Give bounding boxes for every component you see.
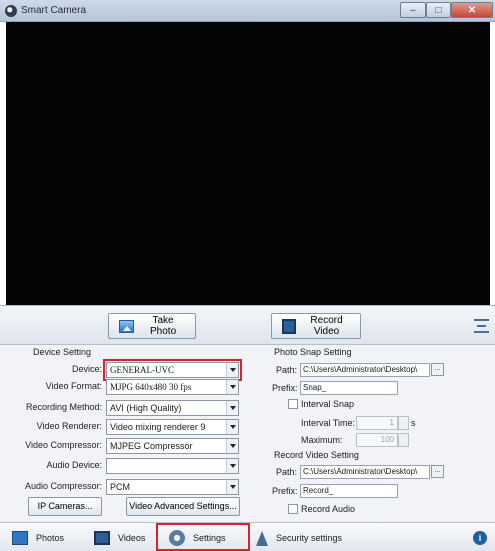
interval-snap-label: Interval Snap (301, 399, 355, 409)
record-audio-label: Record Audio (301, 504, 356, 514)
film-icon (282, 318, 297, 334)
close-button[interactable]: ✕ (451, 2, 493, 18)
audio-compressor-label: Audio Compressor: (24, 481, 102, 491)
video-renderer-label: Video Renderer: (36, 421, 102, 431)
maximum-field[interactable]: 100 (356, 433, 398, 447)
device-highlight-box (103, 359, 242, 381)
tab-security-settings[interactable]: Security settings (256, 527, 342, 549)
minimize-button[interactable]: – (400, 2, 426, 18)
photo-path-label: Path: (276, 365, 298, 375)
interval-snap-checkbox[interactable] (288, 399, 298, 409)
security-icon (256, 530, 268, 546)
camera-preview (6, 22, 490, 305)
video-compressor-select[interactable]: MJPEG Compressor (106, 438, 239, 454)
audio-device-label: Audio Device: (46, 460, 102, 470)
recording-method-label: Recording Method: (25, 402, 102, 412)
maximum-spinner[interactable] (398, 433, 409, 447)
recording-method-value: AVI (High Quality) (110, 403, 182, 413)
ip-cameras-button[interactable]: IP Cameras... (28, 497, 102, 516)
video-format-select[interactable]: MJPG 640x480 30 fps (106, 379, 239, 395)
chevron-down-icon (226, 401, 238, 415)
audio-compressor-select[interactable]: PCM (106, 479, 239, 495)
window-title: Smart Camera (21, 5, 87, 16)
device-label: Device: (71, 364, 102, 374)
video-renderer-value: Video mixing renderer 9 (110, 422, 206, 432)
record-audio-checkbox[interactable] (288, 504, 298, 514)
info-icon[interactable]: i (473, 531, 487, 545)
record-video-label: Record Video (310, 315, 343, 337)
audio-device-select[interactable] (106, 458, 239, 474)
interval-time-field[interactable]: 1 (356, 416, 398, 430)
photo-snap-title: Photo Snap Setting (272, 347, 354, 357)
photo-icon (119, 319, 135, 333)
camera-app-icon (5, 5, 17, 17)
photo-prefix-field[interactable]: Snap_ (300, 381, 398, 395)
chevron-down-icon (226, 459, 238, 473)
tab-videos-label: Videos (118, 533, 146, 543)
photo-path-browse-button[interactable]: ... (431, 363, 444, 376)
video-compressor-value: MJPEG Compressor (110, 441, 193, 451)
title-bar: Smart Camera – □ ✕ (0, 0, 495, 22)
chevron-down-icon (226, 480, 238, 494)
record-path-field[interactable]: C:\Users\Administrator\Desktop\ (300, 465, 430, 479)
videos-icon (94, 531, 110, 545)
take-photo-button[interactable]: Take Photo (108, 313, 196, 339)
video-renderer-select[interactable]: Video mixing renderer 9 (106, 419, 239, 435)
audio-compressor-value: PCM (110, 482, 130, 492)
record-path-label: Path: (276, 467, 298, 477)
panel-toggle-icon[interactable] (474, 319, 489, 333)
photo-path-field[interactable]: C:\Users\Administrator\Desktop\ (300, 363, 430, 377)
capture-toolbar: Take Photo Record Video (0, 305, 495, 345)
photo-prefix-label: Prefix: (272, 383, 298, 393)
chevron-down-icon (226, 420, 238, 434)
tab-photos[interactable]: Photos (12, 527, 64, 549)
maximum-label: Maximum: (301, 435, 343, 445)
record-prefix-field[interactable]: Record_ (300, 484, 398, 498)
record-video-button[interactable]: Record Video (271, 313, 361, 339)
interval-time-label: Interval Time: (301, 418, 356, 428)
record-video-setting-title: Record Video Setting (272, 450, 361, 460)
video-format-label: Video Format: (45, 381, 102, 391)
record-prefix-label: Prefix: (272, 486, 298, 496)
recording-method-select[interactable]: AVI (High Quality) (106, 400, 239, 416)
tab-security-settings-label: Security settings (276, 533, 343, 543)
tab-photos-label: Photos (36, 533, 65, 543)
interval-time-spinner[interactable] (398, 416, 409, 430)
photos-icon (12, 531, 28, 545)
tab-videos[interactable]: Videos (94, 527, 145, 549)
video-compressor-label: Video Compressor: (25, 440, 102, 450)
interval-time-unit: s (411, 418, 416, 428)
chevron-down-icon (226, 439, 238, 453)
video-format-value: MJPG 640x480 30 fps (110, 382, 192, 392)
device-setting-title: Device Setting (31, 347, 94, 357)
video-advanced-settings-button[interactable]: Video Advanced Settings... (126, 497, 240, 516)
settings-tab-highlight-box (156, 523, 250, 551)
record-path-browse-button[interactable]: ... (431, 465, 444, 478)
chevron-down-icon (226, 380, 238, 394)
maximize-button[interactable]: □ (426, 2, 451, 18)
take-photo-label: Take Photo (150, 315, 177, 337)
settings-panel: Device Setting Device: GENERAL-UVC Video… (0, 345, 495, 522)
